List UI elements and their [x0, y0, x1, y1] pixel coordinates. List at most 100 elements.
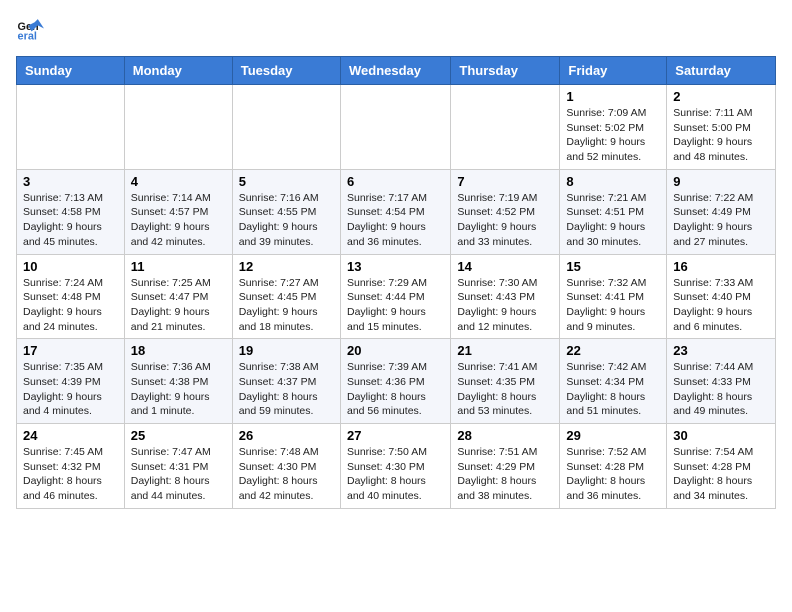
calendar-cell: 30Sunrise: 7:54 AM Sunset: 4:28 PM Dayli…	[667, 424, 776, 509]
day-info: Sunrise: 7:24 AM Sunset: 4:48 PM Dayligh…	[23, 276, 118, 335]
calendar-cell	[451, 85, 560, 170]
calendar-cell: 9Sunrise: 7:22 AM Sunset: 4:49 PM Daylig…	[667, 169, 776, 254]
calendar-table: SundayMondayTuesdayWednesdayThursdayFrid…	[16, 56, 776, 509]
day-number: 2	[673, 89, 769, 104]
calendar-cell: 24 Sunrise: 7:45 AM Sunset: 4:32 PM Dayli…	[17, 424, 125, 509]
calendar-cell: 20 Sunrise: 7:39 AM Sunset: 4:36 PM Dayli…	[340, 339, 450, 424]
day-info: Sunrise: 7:11 AM Sunset: 5:00 PM Dayligh…	[673, 106, 769, 165]
day-info: Sunrise: 7:21 AM Sunset: 4:51 PM Dayligh…	[566, 191, 660, 250]
day-number: 28	[457, 428, 553, 443]
calendar-cell: 23 Sunrise: 7:44 AM Sunset: 4:33 PM Dayli…	[667, 339, 776, 424]
day-info: Sunrise: 7:13 AM Sunset: 4:58 PM Dayligh…	[23, 191, 118, 250]
calendar-cell: 3 Sunrise: 7:13 AM Sunset: 4:58 PM Daylig…	[17, 169, 125, 254]
calendar-cell: 13 Sunrise: 7:29 AM Sunset: 4:44 PM Dayli…	[340, 254, 450, 339]
day-number: 20	[347, 343, 444, 358]
calendar-week-row: 17 Sunrise: 7:35 AM Sunset: 4:39 PM Dayli…	[17, 339, 776, 424]
day-info: Sunrise: 7:35 AM Sunset: 4:39 PM Dayligh…	[23, 360, 118, 419]
calendar-cell: 7 Sunrise: 7:19 AM Sunset: 4:52 PM Daylig…	[451, 169, 560, 254]
day-number: 12	[239, 259, 334, 274]
calendar-cell: 8 Sunrise: 7:21 AM Sunset: 4:51 PM Daylig…	[560, 169, 667, 254]
day-number: 27	[347, 428, 444, 443]
calendar-header-row: SundayMondayTuesdayWednesdayThursdayFrid…	[17, 57, 776, 85]
day-number: 7	[457, 174, 553, 189]
calendar-cell: 2 Sunrise: 7:11 AM Sunset: 5:00 PM Daylig…	[667, 85, 776, 170]
weekday-header: Monday	[124, 57, 232, 85]
svg-text:eral: eral	[18, 30, 37, 42]
calendar-cell: 19Sunrise: 7:38 AM Sunset: 4:37 PM Dayli…	[232, 339, 340, 424]
day-info: Sunrise: 7:39 AM Sunset: 4:36 PM Dayligh…	[347, 360, 444, 419]
day-number: 22	[566, 343, 660, 358]
day-number: 9	[673, 174, 769, 189]
day-number: 29	[566, 428, 660, 443]
calendar-cell: 12Sunrise: 7:27 AM Sunset: 4:45 PM Dayli…	[232, 254, 340, 339]
calendar-cell: 26 Sunrise: 7:48 AM Sunset: 4:30 PM Dayli…	[232, 424, 340, 509]
weekday-header: Sunday	[17, 57, 125, 85]
day-number: 4	[131, 174, 226, 189]
calendar-week-row: 10 Sunrise: 7:24 AM Sunset: 4:48 PM Dayli…	[17, 254, 776, 339]
day-info: Sunrise: 7:44 AM Sunset: 4:33 PM Dayligh…	[673, 360, 769, 419]
day-number: 17	[23, 343, 118, 358]
day-info: Sunrise: 7:41 AM Sunset: 4:35 PM Dayligh…	[457, 360, 553, 419]
day-info: Sunrise: 7:54 AM Sunset: 4:28 PM Dayligh…	[673, 445, 769, 504]
calendar-cell	[124, 85, 232, 170]
day-info: Sunrise: 7:48 AM Sunset: 4:30 PM Dayligh…	[239, 445, 334, 504]
calendar-cell: 15 Sunrise: 7:32 AM Sunset: 4:41 PM Dayli…	[560, 254, 667, 339]
day-info: Sunrise: 7:47 AM Sunset: 4:31 PM Dayligh…	[131, 445, 226, 504]
calendar-cell: 18 Sunrise: 7:36 AM Sunset: 4:38 PM Dayli…	[124, 339, 232, 424]
day-number: 19	[239, 343, 334, 358]
day-number: 15	[566, 259, 660, 274]
day-number: 18	[131, 343, 226, 358]
day-info: Sunrise: 7:19 AM Sunset: 4:52 PM Dayligh…	[457, 191, 553, 250]
day-number: 26	[239, 428, 334, 443]
calendar-cell: 25 Sunrise: 7:47 AM Sunset: 4:31 PM Dayli…	[124, 424, 232, 509]
day-number: 1	[566, 89, 660, 104]
calendar-week-row: 24 Sunrise: 7:45 AM Sunset: 4:32 PM Dayli…	[17, 424, 776, 509]
calendar-cell: 21 Sunrise: 7:41 AM Sunset: 4:35 PM Dayli…	[451, 339, 560, 424]
day-info: Sunrise: 7:33 AM Sunset: 4:40 PM Dayligh…	[673, 276, 769, 335]
weekday-header: Thursday	[451, 57, 560, 85]
calendar-cell: 29 Sunrise: 7:52 AM Sunset: 4:28 PM Dayli…	[560, 424, 667, 509]
day-info: Sunrise: 7:32 AM Sunset: 4:41 PM Dayligh…	[566, 276, 660, 335]
day-number: 23	[673, 343, 769, 358]
day-info: Sunrise: 7:25 AM Sunset: 4:47 PM Dayligh…	[131, 276, 226, 335]
calendar-cell	[232, 85, 340, 170]
calendar-cell: 27 Sunrise: 7:50 AM Sunset: 4:30 PM Dayli…	[340, 424, 450, 509]
calendar-cell	[340, 85, 450, 170]
calendar-cell: 28 Sunrise: 7:51 AM Sunset: 4:29 PM Dayli…	[451, 424, 560, 509]
day-info: Sunrise: 7:45 AM Sunset: 4:32 PM Dayligh…	[23, 445, 118, 504]
day-number: 25	[131, 428, 226, 443]
day-number: 11	[131, 259, 226, 274]
day-number: 3	[23, 174, 118, 189]
day-info: Sunrise: 7:16 AM Sunset: 4:55 PM Dayligh…	[239, 191, 334, 250]
calendar-cell: 5Sunrise: 7:16 AM Sunset: 4:55 PM Daylig…	[232, 169, 340, 254]
day-number: 13	[347, 259, 444, 274]
day-number: 6	[347, 174, 444, 189]
day-info: Sunrise: 7:51 AM Sunset: 4:29 PM Dayligh…	[457, 445, 553, 504]
calendar-cell: 16 Sunrise: 7:33 AM Sunset: 4:40 PM Dayli…	[667, 254, 776, 339]
calendar-cell: 6Sunrise: 7:17 AM Sunset: 4:54 PM Daylig…	[340, 169, 450, 254]
day-info: Sunrise: 7:52 AM Sunset: 4:28 PM Dayligh…	[566, 445, 660, 504]
calendar-week-row: 3 Sunrise: 7:13 AM Sunset: 4:58 PM Daylig…	[17, 169, 776, 254]
day-number: 24	[23, 428, 118, 443]
day-number: 21	[457, 343, 553, 358]
day-info: Sunrise: 7:42 AM Sunset: 4:34 PM Dayligh…	[566, 360, 660, 419]
day-number: 16	[673, 259, 769, 274]
logo-icon: Gen eral	[16, 16, 44, 44]
day-info: Sunrise: 7:36 AM Sunset: 4:38 PM Dayligh…	[131, 360, 226, 419]
day-info: Sunrise: 7:09 AM Sunset: 5:02 PM Dayligh…	[566, 106, 660, 165]
calendar-cell: 4 Sunrise: 7:14 AM Sunset: 4:57 PM Daylig…	[124, 169, 232, 254]
day-number: 14	[457, 259, 553, 274]
calendar-cell: 17 Sunrise: 7:35 AM Sunset: 4:39 PM Dayli…	[17, 339, 125, 424]
calendar-cell: 10 Sunrise: 7:24 AM Sunset: 4:48 PM Dayli…	[17, 254, 125, 339]
weekday-header: Friday	[560, 57, 667, 85]
calendar-cell: 22 Sunrise: 7:42 AM Sunset: 4:34 PM Dayli…	[560, 339, 667, 424]
day-number: 8	[566, 174, 660, 189]
calendar-cell: 1 Sunrise: 7:09 AM Sunset: 5:02 PM Daylig…	[560, 85, 667, 170]
calendar-week-row: 1 Sunrise: 7:09 AM Sunset: 5:02 PM Daylig…	[17, 85, 776, 170]
day-info: Sunrise: 7:50 AM Sunset: 4:30 PM Dayligh…	[347, 445, 444, 504]
day-number: 10	[23, 259, 118, 274]
calendar-cell	[17, 85, 125, 170]
calendar-cell: 14Sunrise: 7:30 AM Sunset: 4:43 PM Dayli…	[451, 254, 560, 339]
day-info: Sunrise: 7:14 AM Sunset: 4:57 PM Dayligh…	[131, 191, 226, 250]
day-info: Sunrise: 7:29 AM Sunset: 4:44 PM Dayligh…	[347, 276, 444, 335]
